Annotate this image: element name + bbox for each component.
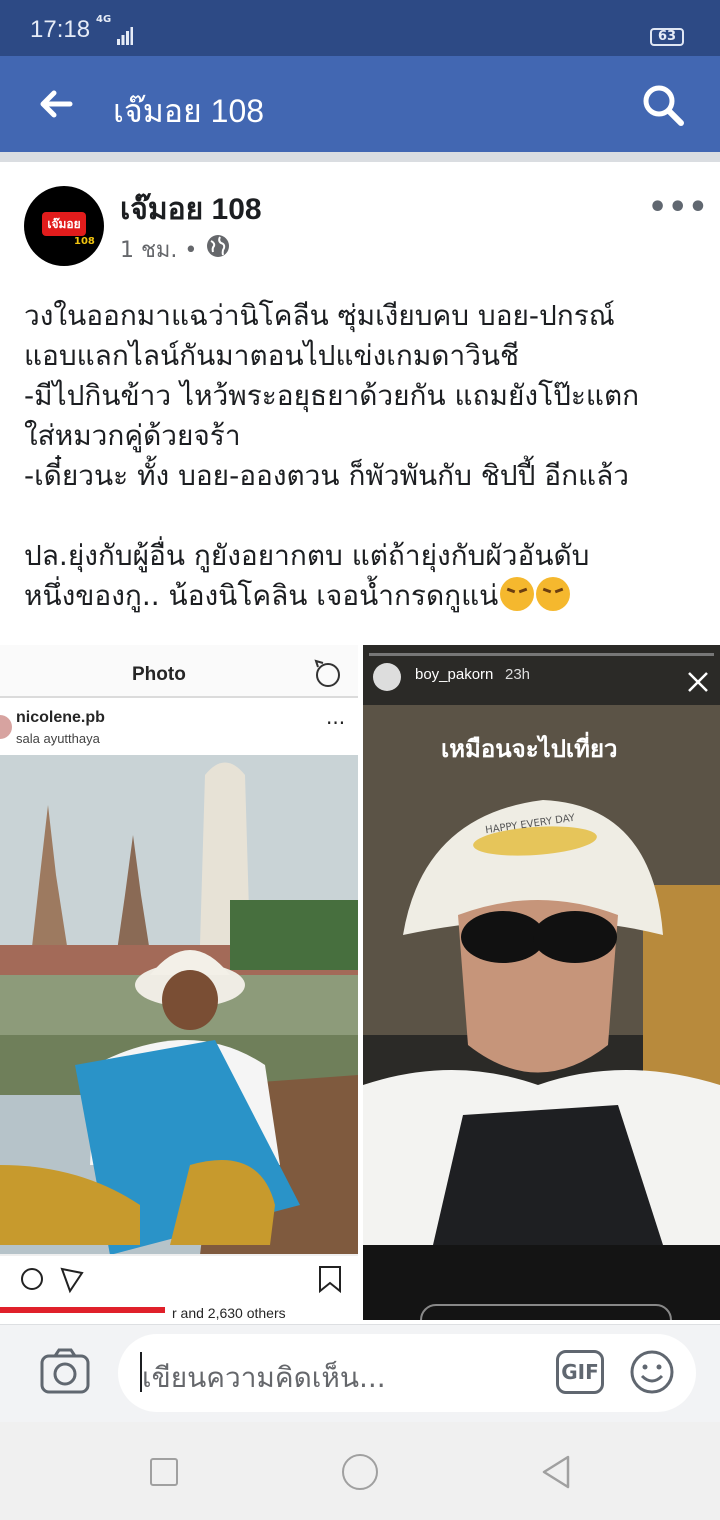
back-arrow-icon[interactable]	[36, 84, 76, 124]
ig-location: sala ayutthaya	[16, 731, 100, 746]
divider	[0, 152, 720, 162]
more-options-icon[interactable]: •••	[648, 190, 709, 225]
back-button[interactable]	[540, 1454, 572, 1490]
app-bar: เจ๊มอย 108	[0, 56, 720, 152]
ig-username: nicolene.pb	[16, 709, 105, 726]
post-line: วงในออกมาแฉว่านิโคลีน ซุ่มเงียบคบ บอย-ปก…	[24, 299, 615, 332]
status-bar: 17:18 4G 63	[0, 0, 720, 56]
post-author[interactable]: เจ๊มอย 108	[120, 186, 262, 233]
post-line: ใส่หมวกคู่ด้วยจร้า	[24, 419, 241, 452]
story-username: boy_pakorn	[415, 666, 494, 683]
comment-input[interactable]: เขียนความคิดเห็น...	[118, 1334, 696, 1412]
search-icon[interactable]	[640, 82, 686, 128]
post-line: -เดี๋ยวนะ ทั้ง บอย-อองตวน ก็พัวพันกับ ชิ…	[24, 459, 629, 492]
page-title: เจ๊มอย 108	[113, 93, 265, 129]
story-caption: เหมือนจะไปเที่ยว	[441, 735, 618, 763]
post-photo-right[interactable]: boy_pakorn 23h เหมือนจะไปเที่ยว HAPPY EV…	[363, 645, 720, 1320]
post-line: แอบแลกไลน์กันมาตอนไปแข่งเกมดาวินชี	[24, 339, 520, 372]
svg-text:···: ···	[326, 711, 345, 735]
instagram-screenshot-illustration: ···	[0, 645, 358, 1320]
signal-icon	[117, 27, 133, 45]
battery-icon: 63	[650, 28, 684, 46]
post-line-with-emoji: หนึ่งของกู.. น้องนิโคลิน เจอน้ำกรดกูแน่	[24, 576, 714, 616]
avatar-logo-number: 108	[74, 236, 95, 247]
avatar-logo-text: เจ๊มอย	[42, 212, 86, 236]
post-line: ปล.ยุ่งกับผู้อื่น กูยังอยากตบ แต่ถ้ายุ่ง…	[24, 539, 590, 572]
globe-icon	[207, 235, 229, 257]
ig-header-title: Photo	[132, 664, 186, 685]
post-line	[24, 496, 714, 536]
angry-face-icon	[536, 577, 571, 611]
comment-placeholder: เขียนความคิดเห็น...	[142, 1361, 386, 1394]
story-time: 23h	[505, 666, 531, 683]
avatar[interactable]: เจ๊มอย 108	[24, 186, 104, 266]
network-type: 4G	[96, 14, 112, 25]
home-button[interactable]	[342, 1454, 378, 1490]
post-line: หนึ่งของกู.. น้องนิโคลิน เจอน้ำกรดกูแน่	[24, 579, 499, 612]
gif-button[interactable]: GIF	[556, 1350, 604, 1394]
angry-face-icon	[500, 577, 535, 611]
post-photo-left[interactable]: ··· Photo nicolene.pb sala ayutthaya r a…	[0, 645, 358, 1320]
status-time: 17:18	[30, 16, 91, 43]
post-line: -มีไปกินข้าว ไหว้พระอยุธยาด้วยกัน แถมยัง…	[24, 379, 640, 412]
post-text: วงในออกมาแฉว่านิโคลีน ซุ่มเงียบคบ บอย-ปก…	[24, 296, 714, 616]
recent-apps-button[interactable]	[150, 1458, 178, 1486]
emoji-icon[interactable]	[630, 1350, 674, 1394]
ig-likes: r and 2,630 others	[172, 1305, 286, 1320]
post-time: 1 ชม. •	[120, 238, 198, 263]
camera-icon[interactable]	[40, 1348, 90, 1394]
